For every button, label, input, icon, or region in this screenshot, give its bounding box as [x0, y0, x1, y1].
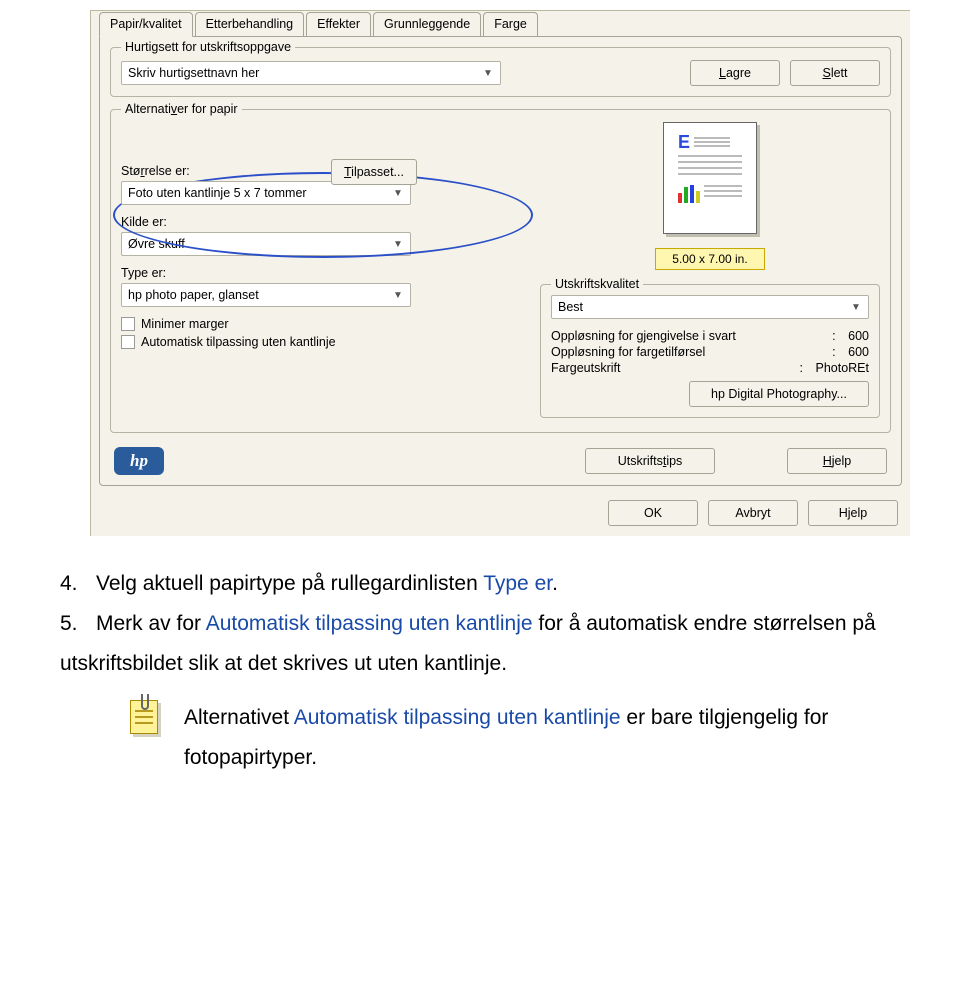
- page-preview: E: [645, 122, 775, 270]
- chevron-down-icon: ▼: [390, 239, 406, 250]
- type-label: Type er:: [121, 266, 522, 280]
- source-value: Øvre skuff: [128, 237, 390, 251]
- note: Alternativet Automatisk tilpassing uten …: [126, 698, 930, 778]
- dialog-buttons: OK Avbryt Hjelp: [91, 494, 910, 536]
- tab-paper-quality[interactable]: Papir/kvalitet: [99, 12, 193, 37]
- color-resolution-row: Oppløsning for fargetilførsel:600: [551, 345, 869, 359]
- checkbox-icon: [121, 317, 135, 331]
- delete-button[interactable]: Slett: [790, 60, 880, 86]
- note-icon: [126, 698, 164, 740]
- preview-size-badge: 5.00 x 7.00 in.: [655, 248, 765, 270]
- color-print-row: Fargeutskrift:PhotoREt: [551, 361, 869, 375]
- quickset-group: Hurtigsett for utskriftsoppgave Skriv hu…: [110, 47, 891, 97]
- black-resolution-row: Oppløsning for gjengivelse i svart:600: [551, 329, 869, 343]
- auto-fit-note-link: Automatisk tilpassing uten kantlinje: [294, 706, 621, 729]
- ok-button[interactable]: OK: [608, 500, 698, 526]
- dialog-help-button[interactable]: Hjelp: [808, 500, 898, 526]
- print-quality-legend: Utskriftskvalitet: [551, 277, 643, 291]
- checkbox-icon: [121, 335, 135, 349]
- size-value: Foto uten kantlinje 5 x 7 tommer: [128, 186, 390, 200]
- preview-logo-icon: E: [678, 133, 742, 151]
- help-button[interactable]: Hjelp: [787, 448, 887, 474]
- custom-size-button[interactable]: Tilpasset...: [331, 159, 417, 185]
- tab-panel-paper-quality: Hurtigsett for utskriftsoppgave Skriv hu…: [99, 36, 902, 486]
- step-4: 4.Velg aktuell papirtype på rullegardinl…: [60, 564, 930, 604]
- type-value: hp photo paper, glanset: [128, 288, 390, 302]
- print-properties-dialog: Papir/kvalitet Etterbehandling Effekter …: [90, 10, 910, 536]
- quality-combo[interactable]: Best ▼: [551, 295, 869, 319]
- source-combo[interactable]: Øvre skuff ▼: [121, 232, 411, 256]
- tab-color[interactable]: Farge: [483, 12, 538, 37]
- chevron-down-icon: ▼: [390, 188, 406, 199]
- quality-value: Best: [558, 300, 848, 314]
- type-combo[interactable]: hp photo paper, glanset ▼: [121, 283, 411, 307]
- save-button[interactable]: Lagre: [690, 60, 780, 86]
- tab-finishing[interactable]: Etterbehandling: [195, 12, 305, 37]
- paper-options-group: Alternativer for papir Størrelse er: Fot…: [110, 109, 891, 433]
- note-text: Alternativet Automatisk tilpassing uten …: [184, 698, 930, 778]
- digital-photography-button[interactable]: hp Digital Photography...: [689, 381, 869, 407]
- tab-basic[interactable]: Grunnleggende: [373, 12, 481, 37]
- chevron-down-icon: ▼: [848, 302, 864, 313]
- chevron-down-icon: ▼: [390, 290, 406, 301]
- hp-logo-icon: hp: [114, 447, 164, 475]
- auto-fit-borderless-checkbox[interactable]: Automatisk tilpassing uten kantlinje: [121, 335, 522, 349]
- tab-strip: Papir/kvalitet Etterbehandling Effekter …: [91, 11, 910, 36]
- paper-options-legend: Alternativer for papir: [121, 102, 242, 116]
- print-tips-button[interactable]: Utskriftstips: [585, 448, 715, 474]
- tab-effects[interactable]: Effekter: [306, 12, 371, 37]
- instruction-text: 4.Velg aktuell papirtype på rullegardinl…: [60, 564, 930, 777]
- type-er-link: Type er: [483, 572, 552, 595]
- chevron-down-icon: ▼: [480, 68, 496, 79]
- print-quality-group: Utskriftskvalitet Best ▼ Oppløsning for …: [540, 284, 880, 418]
- size-label: Størrelse er:: [121, 164, 522, 178]
- quickset-legend: Hurtigsett for utskriftsoppgave: [121, 40, 295, 54]
- source-label: Kilde er:: [121, 215, 522, 229]
- minimize-margins-label: Minimer marger: [141, 317, 229, 331]
- quickset-combo[interactable]: Skriv hurtigsettnavn her ▼: [121, 61, 501, 85]
- step-5: 5.Merk av for Automatisk tilpassing uten…: [60, 604, 930, 684]
- quickset-value: Skriv hurtigsettnavn her: [128, 66, 480, 80]
- preview-chart-icon: [678, 183, 700, 203]
- cancel-button[interactable]: Avbryt: [708, 500, 798, 526]
- minimize-margins-checkbox[interactable]: Minimer marger: [121, 317, 522, 331]
- auto-fit-link: Automatisk tilpassing uten kantlinje: [206, 612, 533, 635]
- auto-fit-label: Automatisk tilpassing uten kantlinje: [141, 335, 336, 349]
